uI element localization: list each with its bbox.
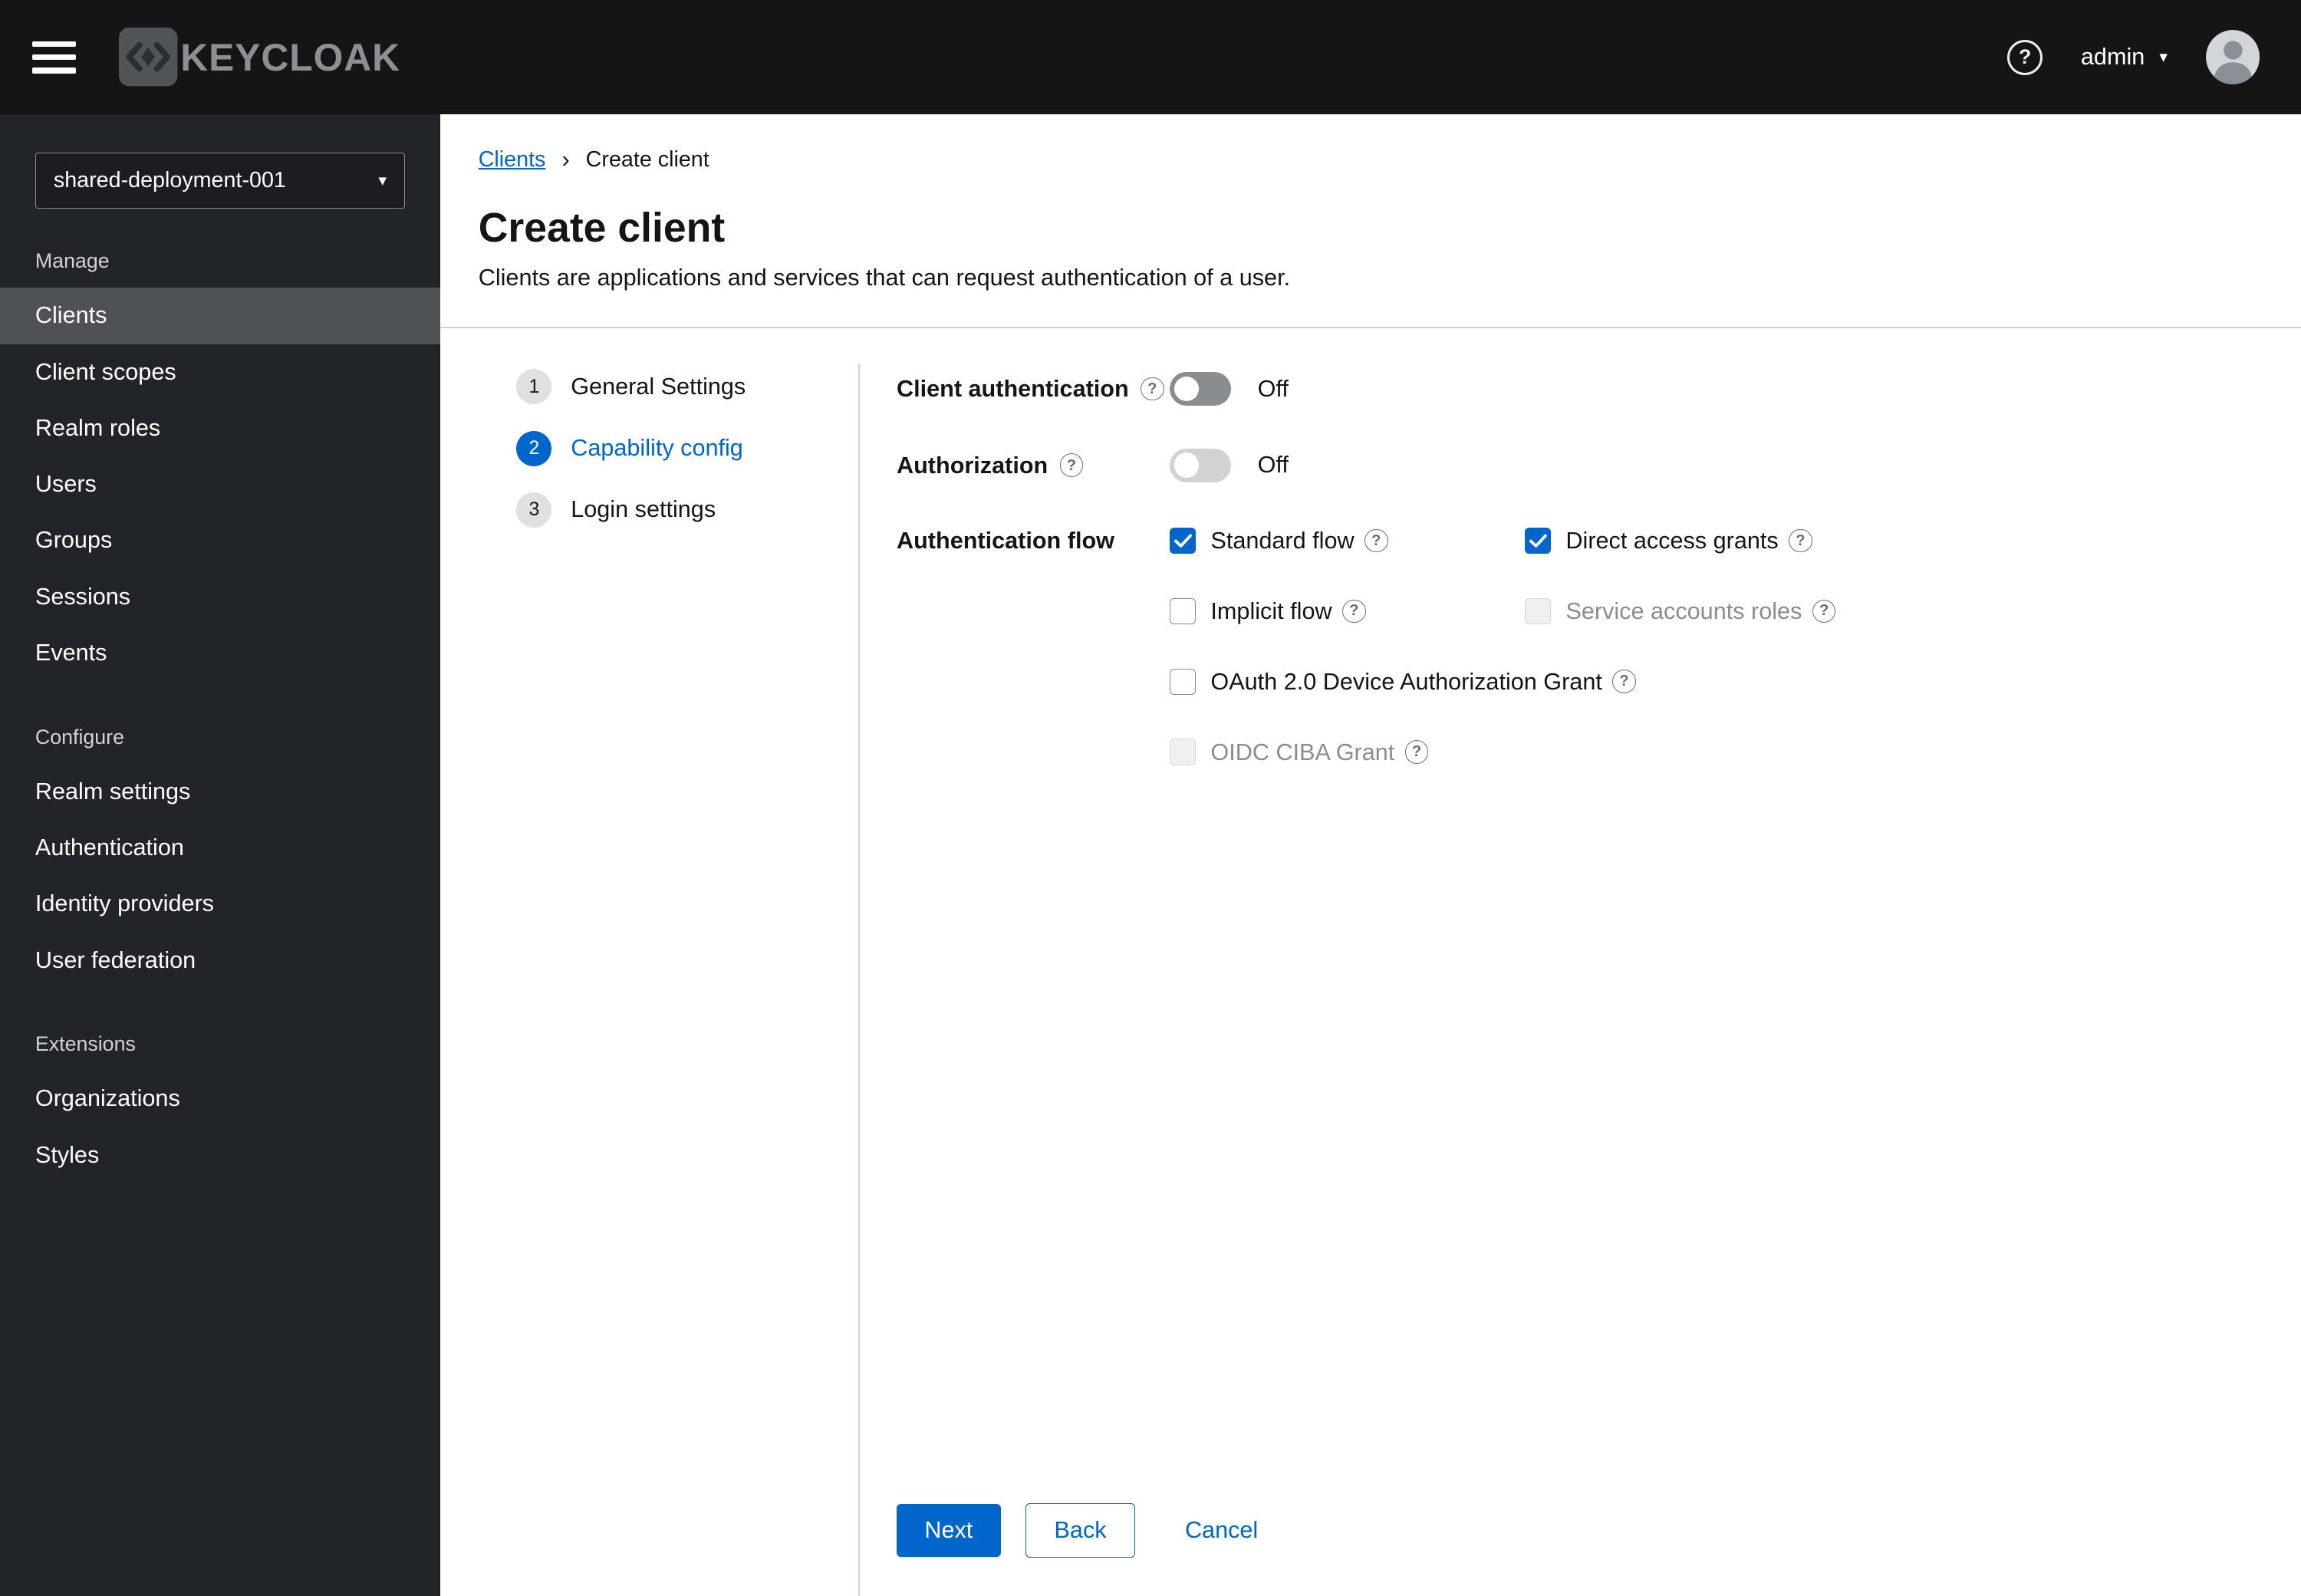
help-icon[interactable]: ? — [1141, 377, 1164, 401]
step-label: Login settings — [571, 496, 716, 523]
sidebar-item-clients[interactable]: Clients — [0, 288, 440, 344]
wizard-step-login-settings[interactable]: 3 Login settings — [516, 492, 858, 528]
breadcrumb-separator-icon: › — [561, 146, 570, 173]
authentication-flow-options: Standard flow ? Direct access grants ? I… — [1169, 525, 1836, 768]
chevron-down-icon: ▾ — [2159, 48, 2168, 67]
switch-knob — [1174, 452, 1200, 478]
wizard-step-general-settings[interactable]: 1 General Settings — [516, 369, 858, 405]
help-icon[interactable]: ? — [1059, 453, 1084, 477]
nav-section-configure: Configure — [35, 725, 124, 749]
sidebar-item-sessions[interactable]: Sessions — [0, 569, 440, 625]
next-button[interactable]: Next — [897, 1503, 1001, 1558]
breadcrumb-current: Create client — [585, 147, 709, 173]
masthead: KEYCLOAK ? admin ▾ — [0, 0, 2301, 115]
wizard-step-capability-config[interactable]: 2 Capability config — [516, 430, 858, 466]
help-icon[interactable]: ? — [1812, 599, 1836, 624]
wizard-footer: Next Back Cancel — [897, 1502, 2243, 1561]
sidebar-nav: shared-deployment-001 ▾ Manage Clients C… — [0, 114, 440, 1596]
user-menu-button[interactable]: admin ▾ — [2081, 44, 2168, 71]
checkbox-box — [1169, 739, 1197, 765]
breadcrumb: Clients › Create client — [479, 146, 2263, 173]
brand-wordmark: KEYCLOAK — [180, 35, 401, 79]
client-authentication-toggle[interactable] — [1169, 372, 1232, 406]
page-header: Clients › Create client Create client Cl… — [440, 114, 2301, 327]
help-icon[interactable]: ? — [1364, 528, 1388, 553]
sidebar-item-groups[interactable]: Groups — [0, 512, 440, 568]
sidebar-item-styles[interactable]: Styles — [0, 1127, 440, 1183]
authentication-flow-row: Authentication flow Standard flow ? Dire… — [897, 525, 2243, 768]
authentication-flow-label: Authentication flow — [897, 528, 1114, 554]
sidebar-item-realm-roles[interactable]: Realm roles — [0, 400, 440, 456]
main-content: Clients › Create client Create client Cl… — [439, 114, 2301, 1596]
username: admin — [2080, 44, 2145, 71]
authorization-toggle — [1169, 448, 1232, 482]
checkbox-oidc-ciba-grant: OIDC CIBA Grant ? — [1169, 736, 1836, 768]
keycloak-admin-console: KEYCLOAK ? admin ▾ shared-deployment-001… — [0, 0, 2301, 1596]
keycloak-logo-icon — [117, 26, 179, 87]
step-label: General Settings — [571, 373, 746, 400]
page-title: Create client — [478, 205, 726, 251]
help-icon[interactable]: ? — [1612, 670, 1636, 694]
checkbox-standard-flow[interactable]: Standard flow ? — [1169, 525, 1525, 557]
sidebar-item-authentication[interactable]: Authentication — [0, 820, 440, 876]
sidebar-item-identity-providers[interactable]: Identity providers — [0, 876, 440, 932]
help-icon: ? — [2007, 39, 2043, 75]
client-authentication-state: Off — [1257, 375, 1289, 402]
sidebar-item-users[interactable]: Users — [0, 456, 440, 512]
authorization-state: Off — [1257, 452, 1289, 479]
nav-section-extensions: Extensions — [35, 1032, 136, 1056]
sidebar-item-client-scopes[interactable]: Client scopes — [0, 344, 440, 400]
page-subtitle: Clients are applications and services th… — [478, 264, 1291, 291]
capability-config-form: Client authentication ? Off Authorizatio… — [860, 328, 2301, 1596]
cancel-button[interactable]: Cancel — [1185, 1504, 1258, 1557]
authorization-row: Authorization ? Off — [897, 448, 2243, 482]
checkbox-box — [1524, 527, 1552, 554]
chevron-down-icon: ▾ — [378, 171, 387, 189]
checkbox-box — [1169, 527, 1197, 554]
realm-name: shared-deployment-001 — [53, 167, 286, 193]
client-authentication-row: Client authentication ? Off — [897, 372, 2243, 406]
keycloak-logo: KEYCLOAK — [117, 26, 400, 87]
breadcrumb-clients-link[interactable]: Clients — [479, 147, 546, 173]
realm-selector[interactable]: shared-deployment-001 ▾ — [35, 152, 406, 209]
help-icon[interactable]: ? — [1342, 599, 1366, 624]
nav-toggle-button[interactable] — [32, 28, 82, 86]
checkbox-box — [1169, 597, 1197, 625]
step-number: 3 — [516, 492, 552, 528]
hamburger-icon — [32, 41, 77, 48]
step-number: 2 — [516, 430, 552, 466]
sidebar-item-organizations[interactable]: Organizations — [0, 1071, 440, 1127]
help-icon[interactable]: ? — [1789, 528, 1812, 553]
avatar[interactable] — [2205, 30, 2260, 84]
checkbox-oauth-device-authorization-grant[interactable]: OAuth 2.0 Device Authorization Grant ? — [1169, 666, 1836, 698]
wizard-nav: 1 General Settings 2 Capability config 3… — [440, 328, 858, 1596]
checkbox-box — [1524, 597, 1552, 625]
client-authentication-label: Client authentication ? — [897, 373, 1170, 405]
back-button[interactable]: Back — [1025, 1502, 1135, 1558]
sidebar-item-realm-settings[interactable]: Realm settings — [0, 764, 440, 820]
nav-section-manage: Manage — [35, 249, 110, 273]
checkbox-box — [1169, 668, 1197, 696]
authorization-label: Authorization ? — [897, 449, 1170, 482]
checkbox-direct-access-grants[interactable]: Direct access grants ? — [1524, 525, 1836, 557]
checkbox-service-accounts-roles: Service accounts roles ? — [1524, 595, 1836, 627]
switch-knob — [1174, 376, 1200, 402]
help-menu-button[interactable]: ? — [2007, 39, 2043, 75]
sidebar-item-user-federation[interactable]: User federation — [0, 932, 440, 988]
help-icon[interactable]: ? — [1404, 740, 1429, 764]
step-number: 1 — [516, 369, 552, 405]
checkbox-implicit-flow[interactable]: Implicit flow ? — [1169, 595, 1525, 627]
sidebar-item-events[interactable]: Events — [0, 625, 440, 681]
step-label: Capability config — [571, 435, 743, 462]
create-client-wizard: 1 General Settings 2 Capability config 3… — [440, 328, 2301, 1596]
